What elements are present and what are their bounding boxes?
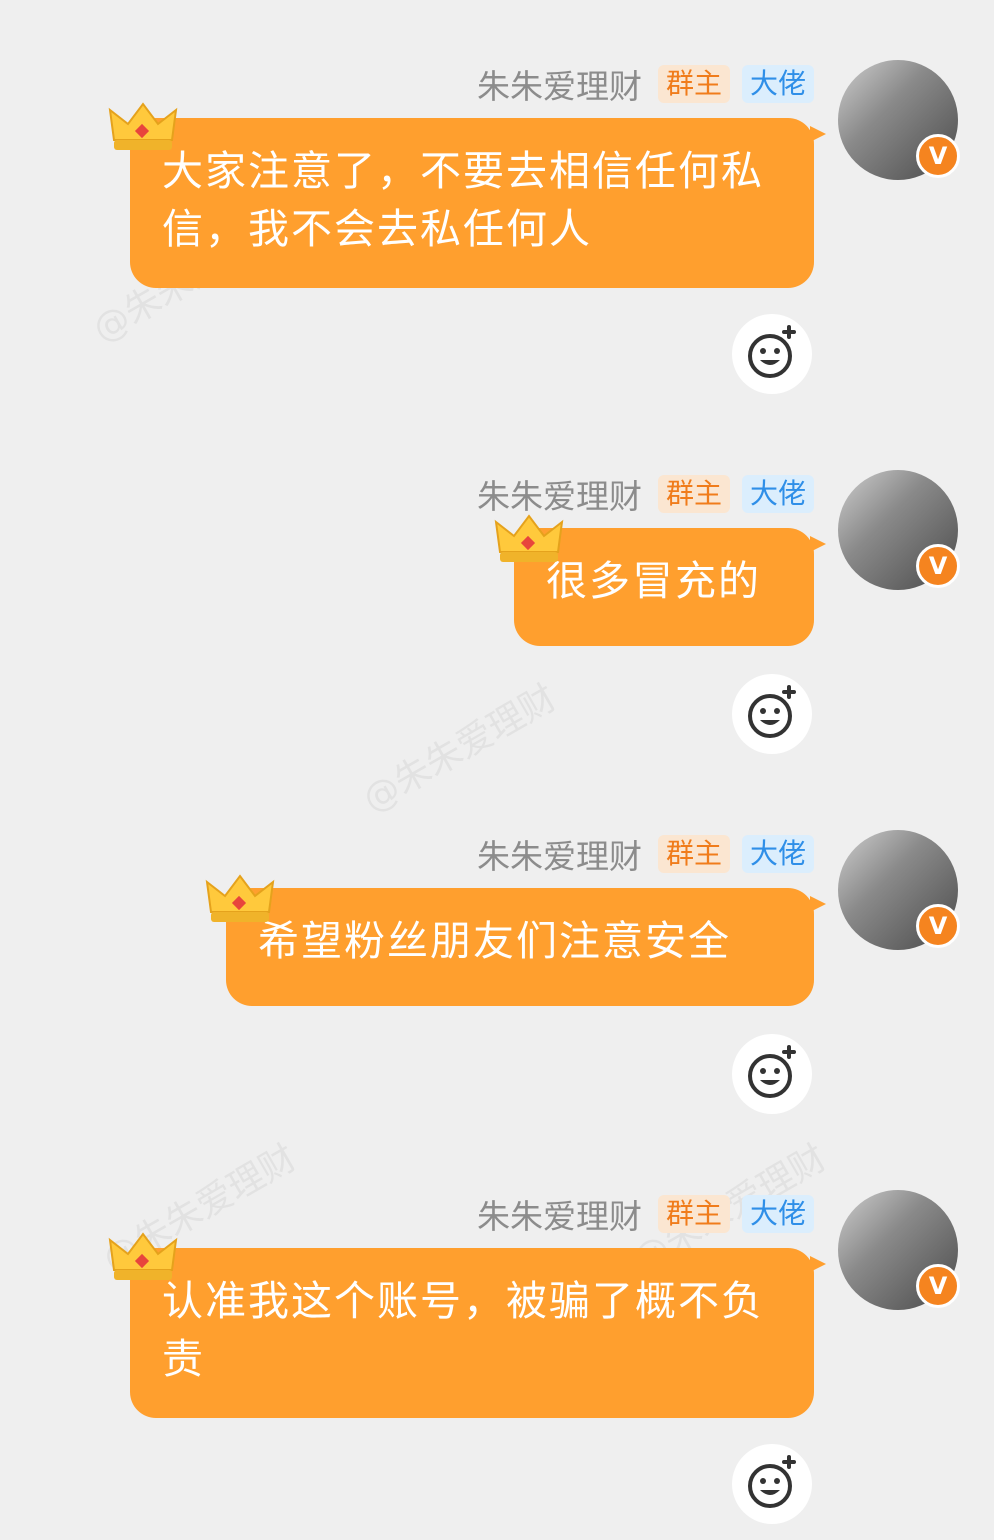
group-owner-tag: 群主 [657,65,730,103]
verified-icon: V [916,1264,960,1308]
message-bubble[interactable]: 认准我这个账号，被骗了概不负责 [130,1248,826,1418]
big-shot-tag: 大佬 [741,1195,814,1233]
add-reaction-button[interactable] [732,1034,812,1114]
group-owner-tag: 群主 [657,1195,730,1233]
add-emoji-reaction-icon [748,685,796,738]
add-reaction-button[interactable] [732,314,812,394]
add-reaction-button[interactable] [732,674,812,754]
sender-info: 朱朱爱理财 群主 大佬 [477,472,814,516]
sender-name[interactable]: 朱朱爱理财 [477,60,642,108]
big-shot-tag: 大佬 [741,475,814,513]
sender-info: 朱朱爱理财 群主 大佬 [477,62,814,106]
sender-name[interactable]: 朱朱爱理财 [477,830,642,878]
verified-icon: V [916,904,960,948]
avatar[interactable]: V [838,60,960,180]
sender-info: 朱朱爱理财 群主 大佬 [477,1192,814,1236]
avatar[interactable]: V [838,1190,960,1310]
big-shot-tag: 大佬 [741,65,814,103]
add-reaction-button[interactable] [732,1444,812,1524]
crown-icon [494,514,564,562]
message-bubble[interactable]: 大家注意了，不要去相信任何私信，我不会去私任何人 [130,118,826,288]
watermark: @朱朱爱理财 [355,677,564,821]
verified-icon: V [916,134,960,178]
add-emoji-reaction-icon [748,1045,796,1098]
group-owner-tag: 群主 [657,835,730,873]
message-text: 很多冒充的 [546,557,761,605]
sender-info: 朱朱爱理财 群主 大佬 [477,832,814,876]
verified-icon: V [916,544,960,588]
message-text: 认准我这个账号，被骗了概不负责 [162,1277,764,1383]
crown-icon [108,102,178,150]
crown-icon [108,1232,178,1280]
group-owner-tag: 群主 [657,475,730,513]
sender-name[interactable]: 朱朱爱理财 [477,1190,642,1238]
avatar[interactable]: V [838,470,960,590]
message-text: 希望粉丝朋友们注意安全 [258,917,731,965]
message-bubble[interactable]: 希望粉丝朋友们注意安全 [226,888,826,1006]
message-text: 大家注意了，不要去相信任何私信，我不会去私任何人 [162,147,764,253]
avatar[interactable]: V [838,830,960,950]
add-emoji-reaction-icon [748,1455,796,1508]
crown-icon [205,874,275,922]
big-shot-tag: 大佬 [741,835,814,873]
add-emoji-reaction-icon [748,325,796,378]
sender-name[interactable]: 朱朱爱理财 [477,470,642,518]
